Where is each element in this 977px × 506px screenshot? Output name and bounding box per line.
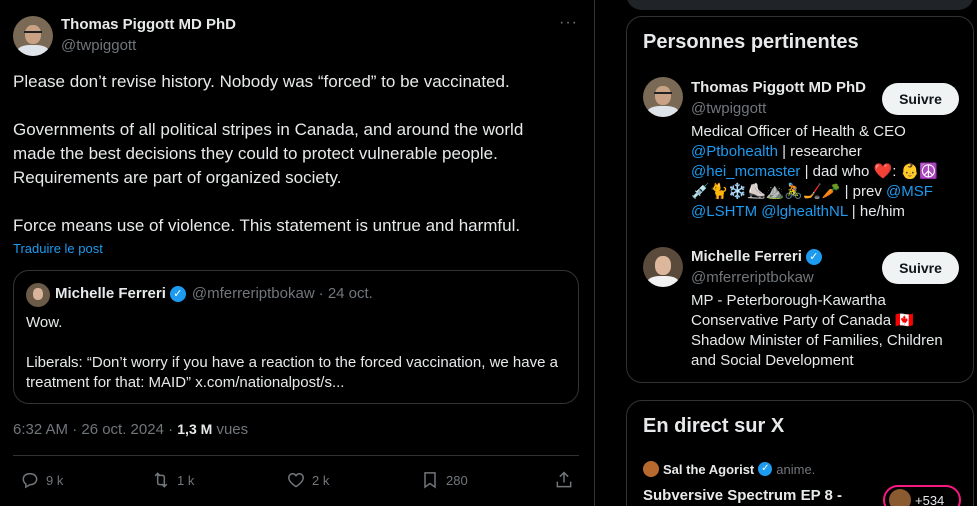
bio-text: Conservative Party of Canada 🇨🇦 (691, 312, 914, 329)
post-actions: 9 k 1 k 2 k 280 (0, 470, 595, 492)
post-paragraph: Governments of all political stripes in … (13, 120, 524, 187)
author-avatar[interactable] (13, 16, 53, 56)
reply-count: 9 k (46, 472, 64, 488)
quoted-post-date: · 24 oct. (318, 285, 373, 302)
host-name[interactable]: Sal the Agorist (663, 462, 754, 477)
reply-button[interactable]: 9 k (20, 470, 63, 490)
share-icon (556, 471, 572, 488)
bio-text: | researcher (777, 143, 862, 160)
repost-count: 1 k (177, 472, 195, 488)
person-bio: MP - Peterborough-Kawartha Conservative … (691, 291, 961, 371)
relevant-people-title: Personnes pertinentes (643, 31, 859, 53)
quoted-line: Liberals: “Don’t worry if you have a rea… (26, 354, 558, 391)
search-bar[interactable] (626, 0, 974, 10)
person-handle[interactable]: @mferreriptbokaw (691, 269, 814, 286)
views-count: 1,3 M (177, 421, 213, 437)
bio-text: | he/him (847, 203, 905, 220)
reply-icon (22, 473, 38, 489)
host-status: anime. (776, 461, 816, 477)
divider (13, 455, 579, 456)
repost-button[interactable]: 1 k (151, 470, 194, 490)
listener-avatar (889, 489, 911, 506)
relevant-people-card: Personnes pertinentes Thomas Piggott MD … (626, 16, 974, 383)
quoted-author-name: Michelle Ferreri (55, 285, 166, 302)
more-options-icon[interactable]: ··· (559, 14, 578, 32)
author-name[interactable]: Thomas Piggott MD PhD (61, 16, 236, 33)
bookmark-count: 280 (446, 472, 468, 488)
bio-mention-link[interactable]: @lghealthNL (761, 203, 847, 220)
bookmark-button[interactable]: 280 (420, 470, 468, 490)
person-avatar[interactable] (643, 247, 683, 287)
follow-button[interactable]: Suivre (882, 252, 959, 284)
right-sidebar: Personnes pertinentes Thomas Piggott MD … (596, 0, 977, 506)
quoted-post-text: Wow. Liberals: “Don’t worry if you have … (26, 313, 571, 393)
follow-button[interactable]: Suivre (882, 83, 959, 115)
verified-badge-icon: ✓ (169, 285, 186, 302)
listeners-count: +534 (915, 492, 945, 506)
live-card: En direct sur X Sal the Agorist ✓ anime.… (626, 400, 974, 506)
verified-badge-icon: ✓ (805, 248, 822, 265)
bio-mention-link[interactable]: @MSF (886, 183, 933, 200)
space-title[interactable]: Subversive Spectrum EP 8 - (643, 487, 842, 504)
bio-mention-link[interactable]: @hei_mcmaster (691, 163, 800, 180)
like-button[interactable]: 2 k (286, 470, 329, 490)
heart-icon (288, 472, 304, 488)
post-paragraph: Force means use of violence. This statem… (13, 216, 521, 235)
person-handle[interactable]: @twpiggott (691, 100, 766, 117)
quoted-post[interactable]: Michelle Ferreri ✓ @mferreriptbokaw · 24… (13, 270, 579, 404)
bio-text: Shadow Minister of Families, Children (691, 332, 943, 349)
quoted-author-handle: @mferreriptbokaw (191, 285, 315, 302)
bio-mention-link[interactable]: @LSHTM (691, 203, 757, 220)
host-avatar (643, 461, 659, 477)
bio-text: Medical Officer of Health & CEO (691, 123, 906, 140)
person-name[interactable]: Michelle Ferreri (691, 248, 802, 265)
person-name[interactable]: Thomas Piggott MD PhD (691, 79, 866, 96)
quoted-author-avatar (26, 283, 50, 307)
like-count: 2 k (312, 472, 330, 488)
post-timestamp[interactable]: 6:32 AM · 26 oct. 2024 · (13, 421, 173, 438)
translate-post-link[interactable]: Traduire le post (13, 241, 103, 256)
bio-text: 💉🐈❄️⛸️⛰️🚴🏒🥕 | prev (691, 183, 886, 200)
bio-text: and Social Development (691, 352, 854, 369)
post-meta: 6:32 AM · 26 oct. 2024 · 1,3 M vues (13, 421, 248, 438)
bio-mention-link[interactable]: @Ptbohealth (691, 143, 778, 160)
person-bio: Medical Officer of Health & CEO @Ptbohea… (691, 122, 961, 222)
bookmark-icon (424, 472, 436, 489)
post-paragraph: Please don’t revise history. Nobody was … (13, 72, 510, 91)
post-text: Please don’t revise history. Nobody was … (13, 70, 573, 238)
listeners-pill[interactable]: +534 (883, 485, 961, 506)
author-handle[interactable]: @twpiggott (61, 37, 136, 54)
live-title: En direct sur X (643, 415, 785, 437)
bio-text: | dad who ❤️: 👶☮️ (800, 163, 938, 180)
quoted-line: Wow. (26, 314, 63, 331)
person-avatar[interactable] (643, 77, 683, 117)
repost-icon (154, 472, 168, 488)
views-label: vues (216, 421, 249, 438)
post-column: Thomas Piggott MD PhD @twpiggott ··· Ple… (0, 0, 595, 506)
share-button[interactable] (554, 470, 574, 490)
verified-badge-icon: ✓ (758, 462, 773, 476)
bio-text: MP - Peterborough-Kawartha (691, 292, 886, 309)
